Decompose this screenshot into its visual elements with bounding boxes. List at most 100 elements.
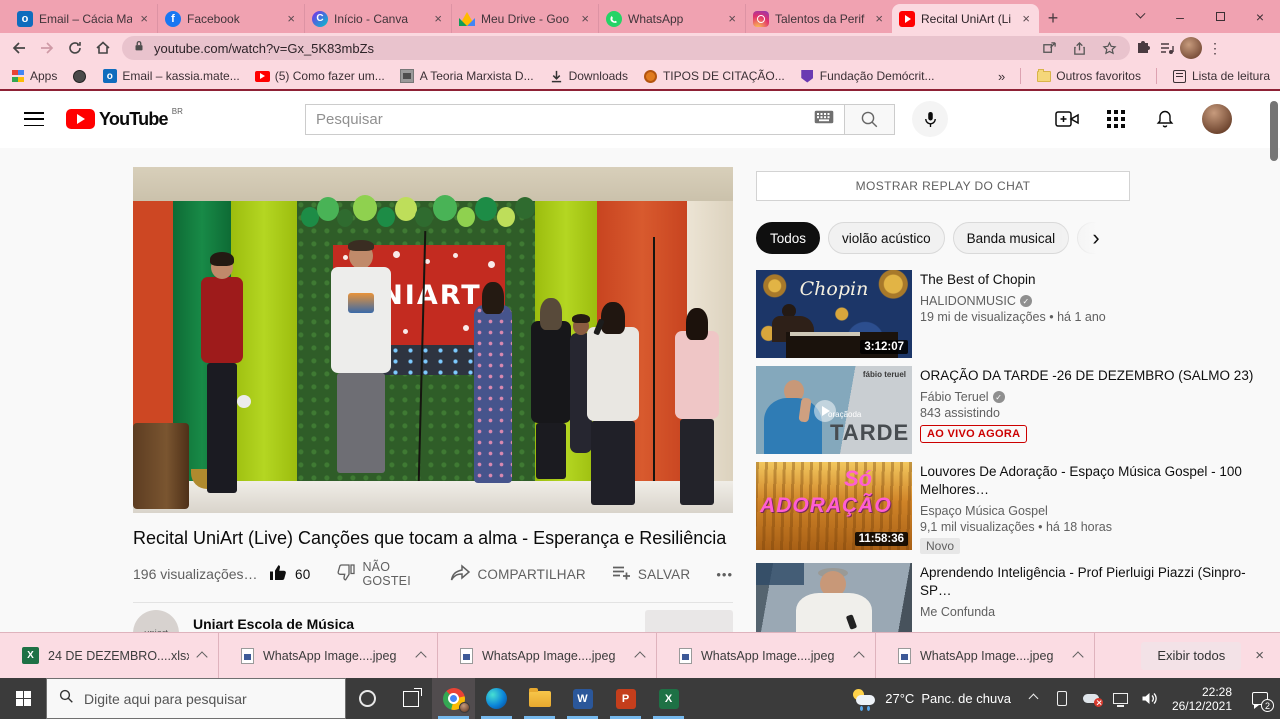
- tab-search-button[interactable]: [1120, 0, 1160, 33]
- download-item-jpeg[interactable]: WhatsApp Image....jpeg: [657, 633, 876, 678]
- subscribed-button[interactable]: [645, 610, 733, 632]
- video-thumbnail[interactable]: Só ADORAÇÃO 11:58:36: [756, 462, 912, 550]
- save-button[interactable]: SALVAR: [612, 565, 690, 584]
- share-button[interactable]: COMPARTILHAR: [450, 564, 585, 585]
- bookmarks-overflow-button[interactable]: »: [998, 69, 1005, 84]
- create-video-icon[interactable]: [1055, 107, 1079, 131]
- suggested-title[interactable]: ORAÇÃO DA TARDE -26 DE DEZEMBRO (SALMO 2…: [920, 367, 1256, 385]
- suggested-video-chopin[interactable]: Chopin 3:12:07 The Best of Chopin HALIDO…: [756, 270, 1280, 358]
- suggested-channel[interactable]: Fábio Teruel✓: [920, 390, 1256, 404]
- reading-list-button[interactable]: Lista de leitura: [1172, 69, 1270, 84]
- close-downloads-bar-button[interactable]: ×: [1255, 647, 1264, 664]
- youtube-apps-grid-icon[interactable]: [1104, 107, 1128, 131]
- bookmark-email[interactable]: o Email – kassia.mate...: [102, 69, 239, 84]
- close-icon[interactable]: ×: [873, 11, 885, 26]
- reload-button[interactable]: [62, 35, 88, 61]
- video-player[interactable]: UNIART: [133, 167, 733, 513]
- download-item-xlsx[interactable]: X 24 DE DEZEMBRO....xlsx: [0, 633, 219, 678]
- minimize-button[interactable]: –: [1160, 0, 1200, 33]
- taskbar-excel[interactable]: X: [647, 678, 690, 719]
- chevron-up-icon[interactable]: [415, 651, 426, 662]
- suggested-title[interactable]: Louvores De Adoração - Espaço Música Gos…: [920, 463, 1256, 499]
- chevron-up-icon[interactable]: [196, 651, 207, 662]
- network-icon[interactable]: [1112, 690, 1129, 707]
- search-input[interactable]: [316, 111, 814, 128]
- download-item-jpeg[interactable]: WhatsApp Image....jpeg: [876, 633, 1095, 678]
- extensions-icon[interactable]: [1132, 37, 1154, 59]
- volume-icon[interactable]: [1141, 690, 1158, 707]
- suggested-video-piazzi[interactable]: Aprendendo Inteligência - Prof Pierluigi…: [756, 563, 1280, 632]
- search-button[interactable]: [845, 104, 895, 135]
- suggested-channel[interactable]: HALIDONMUSIC✓: [920, 294, 1256, 308]
- bookmark-downloads[interactable]: Downloads: [549, 69, 628, 84]
- suggested-channel[interactable]: Espaço Música Gospel: [920, 504, 1256, 518]
- send-to-device-icon[interactable]: [1038, 37, 1060, 59]
- tab-email[interactable]: o Email – Cácia Ma ×: [10, 4, 157, 33]
- your-phone-icon[interactable]: [1054, 690, 1071, 707]
- youtube-logo[interactable]: YouTube BR: [66, 109, 183, 129]
- taskbar-word[interactable]: W: [561, 678, 604, 719]
- video-thumbnail[interactable]: [756, 563, 912, 632]
- other-favorites-button[interactable]: Outros favoritos: [1036, 69, 1141, 84]
- forward-button[interactable]: [34, 35, 60, 61]
- tab-canva[interactable]: C Início - Canva ×: [304, 4, 451, 33]
- chip-banda[interactable]: Banda musical: [953, 222, 1070, 254]
- close-icon[interactable]: ×: [726, 11, 738, 26]
- browser-profile-avatar[interactable]: [1180, 37, 1202, 59]
- taskbar-explorer[interactable]: [518, 678, 561, 719]
- video-thumbnail[interactable]: Chopin 3:12:07: [756, 270, 912, 358]
- chevron-up-icon[interactable]: [853, 651, 864, 662]
- download-item-jpeg[interactable]: WhatsApp Image....jpeg: [438, 633, 657, 678]
- onedrive-error-icon[interactable]: [1083, 690, 1100, 707]
- bookmark-apps[interactable]: Apps: [10, 69, 57, 84]
- more-actions-button[interactable]: •••: [716, 567, 733, 582]
- taskbar-search[interactable]: [46, 678, 346, 719]
- close-icon[interactable]: ×: [432, 11, 444, 26]
- search-box[interactable]: [305, 104, 845, 135]
- channel-name[interactable]: Uniart Escola de Música: [193, 616, 354, 632]
- suggested-title[interactable]: Aprendendo Inteligência - Prof Pierluigi…: [920, 564, 1256, 600]
- dislike-button[interactable]: NÃO GOSTEI: [336, 560, 424, 588]
- account-avatar[interactable]: [1202, 104, 1232, 134]
- address-bar[interactable]: youtube.com/watch?v=Gx_5K83mbZs: [122, 36, 1130, 60]
- bookmark-star-icon[interactable]: [1098, 37, 1120, 59]
- taskbar-chrome[interactable]: [432, 678, 475, 719]
- bookmark-citacao[interactable]: TIPOS DE CITAÇÃO...: [643, 69, 785, 84]
- voice-search-button[interactable]: [912, 101, 948, 137]
- share-page-icon[interactable]: [1068, 37, 1090, 59]
- cortana-button[interactable]: [346, 678, 389, 719]
- suggested-title[interactable]: The Best of Chopin: [920, 271, 1256, 289]
- like-button[interactable]: 60: [269, 563, 310, 585]
- tray-expand-button[interactable]: [1025, 690, 1042, 707]
- taskbar-clock[interactable]: 22:28 26/12/2021: [1164, 678, 1240, 719]
- guide-menu-icon[interactable]: [24, 112, 44, 131]
- page-scrollbar[interactable]: [1270, 91, 1279, 632]
- suggested-video-adoracao[interactable]: Só ADORAÇÃO 11:58:36 Louvores De Adoraçã…: [756, 462, 1280, 555]
- chevron-up-icon[interactable]: [1072, 651, 1083, 662]
- restore-button[interactable]: [1200, 0, 1240, 33]
- video-thumbnail[interactable]: fábio teruel oraçãoda TARDE: [756, 366, 912, 454]
- taskbar-search-input[interactable]: [84, 691, 333, 707]
- notifications-bell-icon[interactable]: [1153, 107, 1177, 131]
- tab-drive[interactable]: Meu Drive - Goo ×: [451, 4, 598, 33]
- close-window-button[interactable]: ×: [1240, 0, 1280, 33]
- taskbar-powerpoint[interactable]: P: [604, 678, 647, 719]
- bookmark-fundacao[interactable]: Fundação Demócrit...: [800, 69, 935, 84]
- bookmark-globe[interactable]: [72, 69, 87, 84]
- home-button[interactable]: [90, 35, 116, 61]
- action-center-button[interactable]: 2: [1240, 678, 1280, 719]
- show-chat-replay-button[interactable]: MOSTRAR REPLAY DO CHAT: [756, 171, 1130, 201]
- bookmark-youtube[interactable]: (5) Como fazer um...: [255, 69, 385, 84]
- channel-avatar[interactable]: uniart: [133, 610, 179, 632]
- keyboard-icon[interactable]: [814, 110, 834, 129]
- new-tab-button[interactable]: +: [1039, 4, 1067, 32]
- tab-facebook[interactable]: f Facebook ×: [157, 4, 304, 33]
- close-icon[interactable]: ×: [1020, 11, 1032, 26]
- show-all-downloads-button[interactable]: Exibir todos: [1141, 642, 1241, 670]
- start-button[interactable]: [0, 678, 46, 719]
- back-button[interactable]: [6, 35, 32, 61]
- close-icon[interactable]: ×: [579, 11, 591, 26]
- suggested-channel[interactable]: Me Confunda: [920, 605, 1256, 619]
- scrollbar-thumb[interactable]: [1270, 101, 1278, 161]
- tab-whatsapp[interactable]: WhatsApp ×: [598, 4, 745, 33]
